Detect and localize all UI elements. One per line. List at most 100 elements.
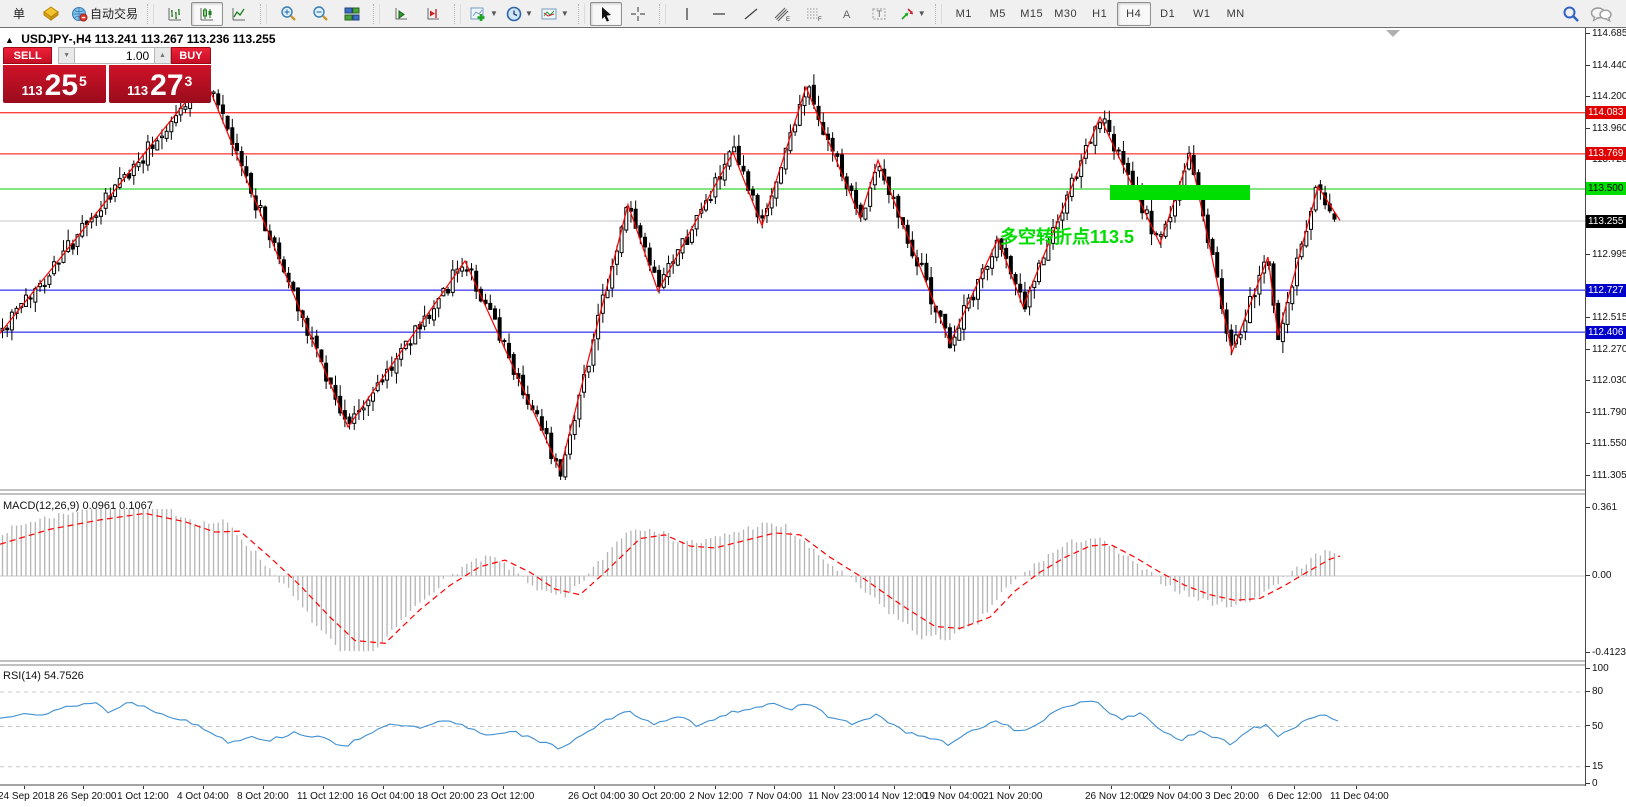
timeframe-button-h4[interactable]: H4	[1116, 1, 1151, 26]
expert-advisors-button[interactable]	[35, 2, 67, 26]
zoom-out-icon	[312, 5, 329, 22]
indicators-icon	[470, 6, 487, 22]
time-axis-tick	[143, 786, 144, 789]
chart-shift-button[interactable]	[417, 2, 449, 26]
timeframe-label: MN	[1226, 7, 1245, 20]
time-axis-label: 11 Dec 04:00	[1330, 791, 1389, 802]
sell-quote-big-figure: 113	[21, 83, 43, 98]
volume-increase-button[interactable]: ▲	[154, 47, 171, 64]
fibonacci-button[interactable]: F	[799, 2, 831, 26]
timeframe-button-d1[interactable]: D1	[1151, 2, 1185, 26]
time-axis-label: 1 Oct 12:00	[117, 791, 169, 802]
price-level-marker: 113.255	[1586, 214, 1626, 228]
time-axis-label: 23 Oct 12:00	[477, 791, 535, 802]
collapse-triangle-icon[interactable]: ▲	[5, 35, 14, 45]
volume-decrease-button[interactable]: ▼	[58, 47, 75, 64]
indicators-button[interactable]: ▼	[466, 2, 502, 26]
timeframe-button-w1[interactable]: W1	[1185, 2, 1219, 26]
timeframe-group: M1 M5 M15 M30 H1 H4 D1 W1 MN	[944, 0, 1256, 27]
fibonacci-icon: F	[806, 6, 823, 22]
macd-label: MACD(12,26,9) 0.0961 0.1067	[3, 500, 153, 512]
candlestick-chart-button[interactable]	[191, 1, 224, 26]
zoom-out-button[interactable]	[304, 2, 336, 26]
svg-text:T: T	[876, 9, 882, 19]
price-axis-label: 112.270	[1586, 344, 1626, 356]
timeframe-button-m30[interactable]: M30	[1049, 2, 1083, 26]
time-axis[interactable]: 24 Sep 2018 26 Sep 20:00 1 Oct 12:00 4 Oct …	[0, 786, 1585, 807]
buy-button[interactable]: BUY	[170, 47, 211, 64]
time-axis-tick	[1294, 786, 1295, 789]
bar-chart-icon	[167, 6, 183, 22]
time-axis-label: 3 Dec 20:00	[1205, 791, 1259, 802]
trendline-button[interactable]	[735, 2, 767, 26]
price-axis[interactable]: 114.685114.440114.200113.960113.720112.9…	[1585, 28, 1626, 789]
price-level-marker: 113.500	[1586, 182, 1626, 196]
zoom-in-icon	[280, 5, 297, 22]
timeframe-label: W1	[1192, 7, 1211, 20]
dropdown-arrow-icon: ▼	[560, 9, 569, 18]
bar-chart-button[interactable]	[159, 2, 191, 26]
ohlc-values: 113.241 113.267 113.236 113.255	[94, 32, 276, 46]
buy-quote[interactable]: 113 27 3	[108, 65, 211, 103]
time-axis-tick	[503, 786, 504, 789]
search-icon[interactable]	[1562, 5, 1580, 23]
timeframe-label: M5	[989, 7, 1006, 20]
one-click-trading-panel: SELL ▼ 1.00 ▲ BUY 113 25 5 113 27 3	[3, 47, 211, 103]
autotrading-button[interactable]: 自动交易	[67, 2, 142, 26]
time-axis-tick	[715, 786, 716, 789]
horizontal-line-button[interactable]	[703, 2, 735, 26]
timeframe-label: M30	[1054, 7, 1078, 20]
expert-advisors-icon	[42, 5, 60, 22]
time-axis-tick	[24, 786, 25, 789]
time-axis-label: 16 Oct 04:00	[357, 791, 415, 802]
rsi-label: RSI(14) 54.7526	[3, 670, 84, 682]
time-axis-tick	[1009, 786, 1010, 789]
timeframe-button-m15[interactable]: M15	[1015, 2, 1049, 26]
equidistant-channel-button[interactable]: E	[767, 2, 799, 26]
sell-quote-point: 5	[79, 73, 87, 89]
text-button[interactable]: A	[831, 2, 863, 26]
crosshair-button[interactable]	[622, 2, 654, 26]
time-axis-label: 11 Nov 23:00	[808, 791, 867, 802]
timeframe-label: H1	[1092, 7, 1108, 20]
periods-button[interactable]: ▼	[502, 2, 537, 26]
candlestick-chart-icon	[199, 6, 215, 22]
vertical-line-button[interactable]	[671, 2, 703, 26]
chart-plot-area[interactable]: MACD(12,26,9) 0.0961 0.1067 RSI(14) 54.75…	[0, 28, 1585, 786]
sell-quote[interactable]: 113 25 5	[3, 65, 106, 103]
chart-window: MACD(12,26,9) 0.0961 0.1067 RSI(14) 54.75…	[0, 28, 1626, 807]
timeframe-label: M15	[1020, 7, 1044, 20]
time-axis-tick	[654, 786, 655, 789]
dropdown-arrow-icon: ▼	[524, 9, 533, 18]
macd-axis-label: 0.00	[1586, 570, 1626, 582]
tile-windows-button[interactable]	[336, 2, 368, 26]
autotrading-label: 自动交易	[90, 7, 139, 21]
tile-windows-icon	[344, 6, 360, 22]
volume-input[interactable]: 1.00	[74, 47, 155, 64]
new-order-button[interactable]: 单	[3, 2, 35, 26]
time-axis-tick	[594, 786, 595, 789]
equidistant-channel-icon: E	[774, 6, 791, 22]
turning-point-annotation[interactable]: 多空转折点113.5	[1000, 223, 1134, 249]
timeframe-button-mn[interactable]: MN	[1219, 2, 1253, 26]
time-axis-tick	[1231, 786, 1232, 789]
toolbar-separator	[147, 3, 155, 24]
timeframe-button-m1[interactable]: M1	[947, 2, 981, 26]
timeframe-button-m5[interactable]: M5	[981, 2, 1015, 26]
time-axis-label: 29 Nov 04:00	[1143, 791, 1203, 802]
sell-button[interactable]: SELL	[3, 47, 53, 64]
price-axis-label: 111.790	[1586, 407, 1626, 419]
chat-icon[interactable]	[1590, 5, 1612, 23]
time-axis-tick	[83, 786, 84, 789]
timeframe-button-h1[interactable]: H1	[1083, 2, 1117, 26]
buy-quote-big-figure: 113	[127, 83, 149, 98]
crosshair-icon	[630, 6, 646, 22]
line-chart-button[interactable]	[223, 2, 255, 26]
arrows-button[interactable]: ▼	[895, 2, 930, 26]
cursor-button[interactable]	[589, 1, 622, 26]
zoom-in-button[interactable]	[272, 2, 304, 26]
text-label-button[interactable]: T	[863, 2, 895, 26]
cursor-icon	[599, 6, 613, 22]
templates-button[interactable]: ▼	[537, 2, 573, 26]
auto-scroll-button[interactable]	[385, 2, 417, 26]
